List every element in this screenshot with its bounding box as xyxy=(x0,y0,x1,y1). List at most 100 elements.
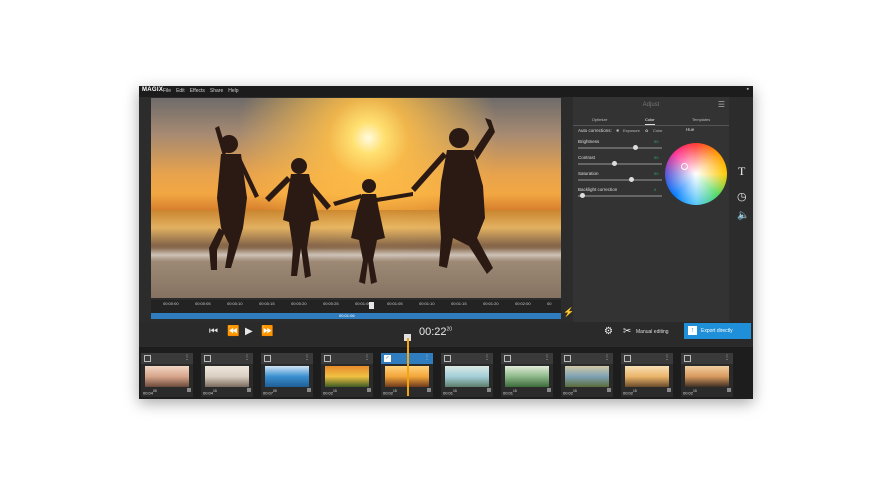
wheel-center xyxy=(665,143,727,205)
text-tool-icon[interactable]: T xyxy=(738,164,745,179)
clip-checkbox[interactable] xyxy=(564,355,571,362)
clip-menu-icon[interactable]: ⋮ xyxy=(544,354,550,361)
hue-color-wheel[interactable] xyxy=(665,143,727,205)
exposure-icon[interactable]: ✺ xyxy=(616,128,619,133)
tab-optimize[interactable]: Optimize xyxy=(592,116,608,125)
ruler-tick: 00:01:20 xyxy=(483,301,499,306)
tab-templates[interactable]: Templates xyxy=(692,116,710,125)
manual-editing-button[interactable]: Manual editing xyxy=(636,329,669,335)
clip-duration-time: 00:01 xyxy=(503,390,514,396)
audio-speaker-icon[interactable]: 🔈 xyxy=(737,210,749,221)
wheel-cursor[interactable] xyxy=(681,163,688,170)
menu-share[interactable]: Share xyxy=(210,88,223,94)
ruler-tick: 00 xyxy=(547,301,552,306)
saturation-label: Saturation xyxy=(578,171,599,176)
clip-checkbox[interactable] xyxy=(144,355,151,362)
clip-checkbox[interactable] xyxy=(324,355,331,362)
clip-checkbox[interactable] xyxy=(624,355,631,362)
ruler-tick: 00:00:20 xyxy=(291,301,307,306)
skip-to-start-icon[interactable]: ⏮ xyxy=(209,326,218,337)
hamburger-menu-icon[interactable]: ☰ xyxy=(718,100,725,109)
menu-edit[interactable]: Edit xyxy=(176,88,185,94)
export-directly-button[interactable]: ↑ Export directly xyxy=(684,323,751,339)
clip-menu-icon[interactable]: ⋮ xyxy=(244,354,250,361)
clip-menu-icon[interactable]: ⋮ xyxy=(184,354,190,361)
clip-thumbnail[interactable] xyxy=(265,366,309,387)
brightness-knob[interactable] xyxy=(633,145,639,150)
storyboard-playhead[interactable] xyxy=(407,338,409,396)
storyboard-clip[interactable]: ⋮ 00:0215 xyxy=(561,353,613,397)
left-strip xyxy=(139,97,151,322)
clip-header: ⋮ xyxy=(201,353,253,364)
clip-duration-time: 00:02 xyxy=(383,390,394,396)
ruler-playhead[interactable] xyxy=(369,302,374,309)
clip-thumbnail[interactable] xyxy=(625,366,669,387)
menu-help[interactable]: Help xyxy=(228,88,238,94)
menu-effects[interactable]: Effects xyxy=(190,88,205,94)
clip-thumbnail[interactable] xyxy=(505,366,549,387)
menu-bar: MAGIX File Edit Effects Share Help ▪ xyxy=(139,86,753,97)
storyboard-clip[interactable]: ⋮ 00:0405 xyxy=(141,353,193,397)
color-icon[interactable]: ✿ xyxy=(645,128,648,133)
menu-file[interactable]: File xyxy=(163,88,171,94)
clip-menu-icon[interactable]: ⋮ xyxy=(424,354,430,361)
clip-type-icon xyxy=(307,388,311,392)
rewind-icon[interactable]: ⏪ xyxy=(227,326,239,337)
storyboard-clip[interactable]: ⋮ 00:0215 xyxy=(681,353,733,397)
exposure-label[interactable]: Exposure xyxy=(623,128,640,133)
storyboard-clip[interactable]: ⋮ 00:0115 xyxy=(501,353,553,397)
clip-menu-icon[interactable]: ⋮ xyxy=(664,354,670,361)
backlight-label: Backlight correction xyxy=(578,187,618,192)
timeline-ruler[interactable]: 00:00:00 00:00:05 00:00:10 00:00:15 00:0… xyxy=(151,300,561,314)
clip-duration-time: 00:01 xyxy=(443,390,454,396)
storyboard-clip[interactable]: ⋮ 00:0215 xyxy=(321,353,373,397)
speed-clock-icon[interactable]: ◷ xyxy=(737,190,747,203)
contrast-slider[interactable] xyxy=(578,161,662,166)
play-icon[interactable]: ▶ xyxy=(245,326,253,337)
clip-thumbnail[interactable] xyxy=(565,366,609,387)
clip-duration-time: 00:07 xyxy=(263,390,274,396)
clip-menu-icon[interactable]: ⋮ xyxy=(724,354,730,361)
clip-header: ⋮ xyxy=(561,353,613,364)
clip-thumbnail[interactable] xyxy=(685,366,729,387)
tools-icon[interactable]: ✂ xyxy=(623,326,631,337)
saturation-slider[interactable] xyxy=(578,177,662,182)
clip-checkbox[interactable] xyxy=(504,355,511,362)
ruler-tick: 00:01:10 xyxy=(419,301,435,306)
storyboard-clip[interactable]: ⋮ 00:0705 xyxy=(261,353,313,397)
clip-checkbox[interactable] xyxy=(684,355,691,362)
clip-thumbnail[interactable] xyxy=(145,366,189,387)
clip-menu-icon[interactable]: ⋮ xyxy=(604,354,610,361)
storyboard-clip[interactable]: ⋮ 00:0115 xyxy=(441,353,493,397)
clip-checkbox[interactable] xyxy=(204,355,211,362)
saturation-knob[interactable] xyxy=(628,177,634,182)
clip-header: ⋮ xyxy=(321,353,373,364)
fast-forward-icon[interactable]: ⏩ xyxy=(261,326,273,337)
clip-thumbnail[interactable] xyxy=(445,366,489,387)
panel-title: Adjust xyxy=(642,102,660,108)
clip-duration-time: 00:02 xyxy=(683,390,694,396)
clip-checkbox[interactable] xyxy=(444,355,451,362)
timeline-position-bar[interactable] xyxy=(151,313,561,319)
clip-thumbnail[interactable] xyxy=(325,366,369,387)
backlight-knob[interactable] xyxy=(580,193,586,198)
video-preview[interactable] xyxy=(151,98,561,298)
clip-checkbox[interactable]: ✓ xyxy=(384,355,391,362)
clip-checkbox[interactable] xyxy=(264,355,271,362)
storyboard-clip[interactable]: ⋮ 00:0415 xyxy=(201,353,253,397)
clip-thumbnail[interactable] xyxy=(205,366,249,387)
window-close-icon[interactable]: ▪ xyxy=(747,86,749,93)
clip-menu-icon[interactable]: ⋮ xyxy=(304,354,310,361)
clip-duration-frames: 15 xyxy=(333,389,337,393)
settings-gear-icon[interactable]: ⚙ xyxy=(604,326,613,337)
clip-menu-icon[interactable]: ⋮ xyxy=(364,354,370,361)
clip-duration: 00:0215 xyxy=(623,389,637,395)
contrast-knob[interactable] xyxy=(612,161,618,166)
storyboard-clip[interactable]: ⋮ 00:0215 xyxy=(621,353,673,397)
clip-menu-icon[interactable]: ⋮ xyxy=(484,354,490,361)
tab-color[interactable]: Color xyxy=(644,116,655,125)
clip-duration-frames: 05 xyxy=(153,389,157,393)
brightness-slider[interactable] xyxy=(578,145,662,150)
color-label[interactable]: Color xyxy=(653,128,663,133)
backlight-slider[interactable] xyxy=(578,193,662,198)
